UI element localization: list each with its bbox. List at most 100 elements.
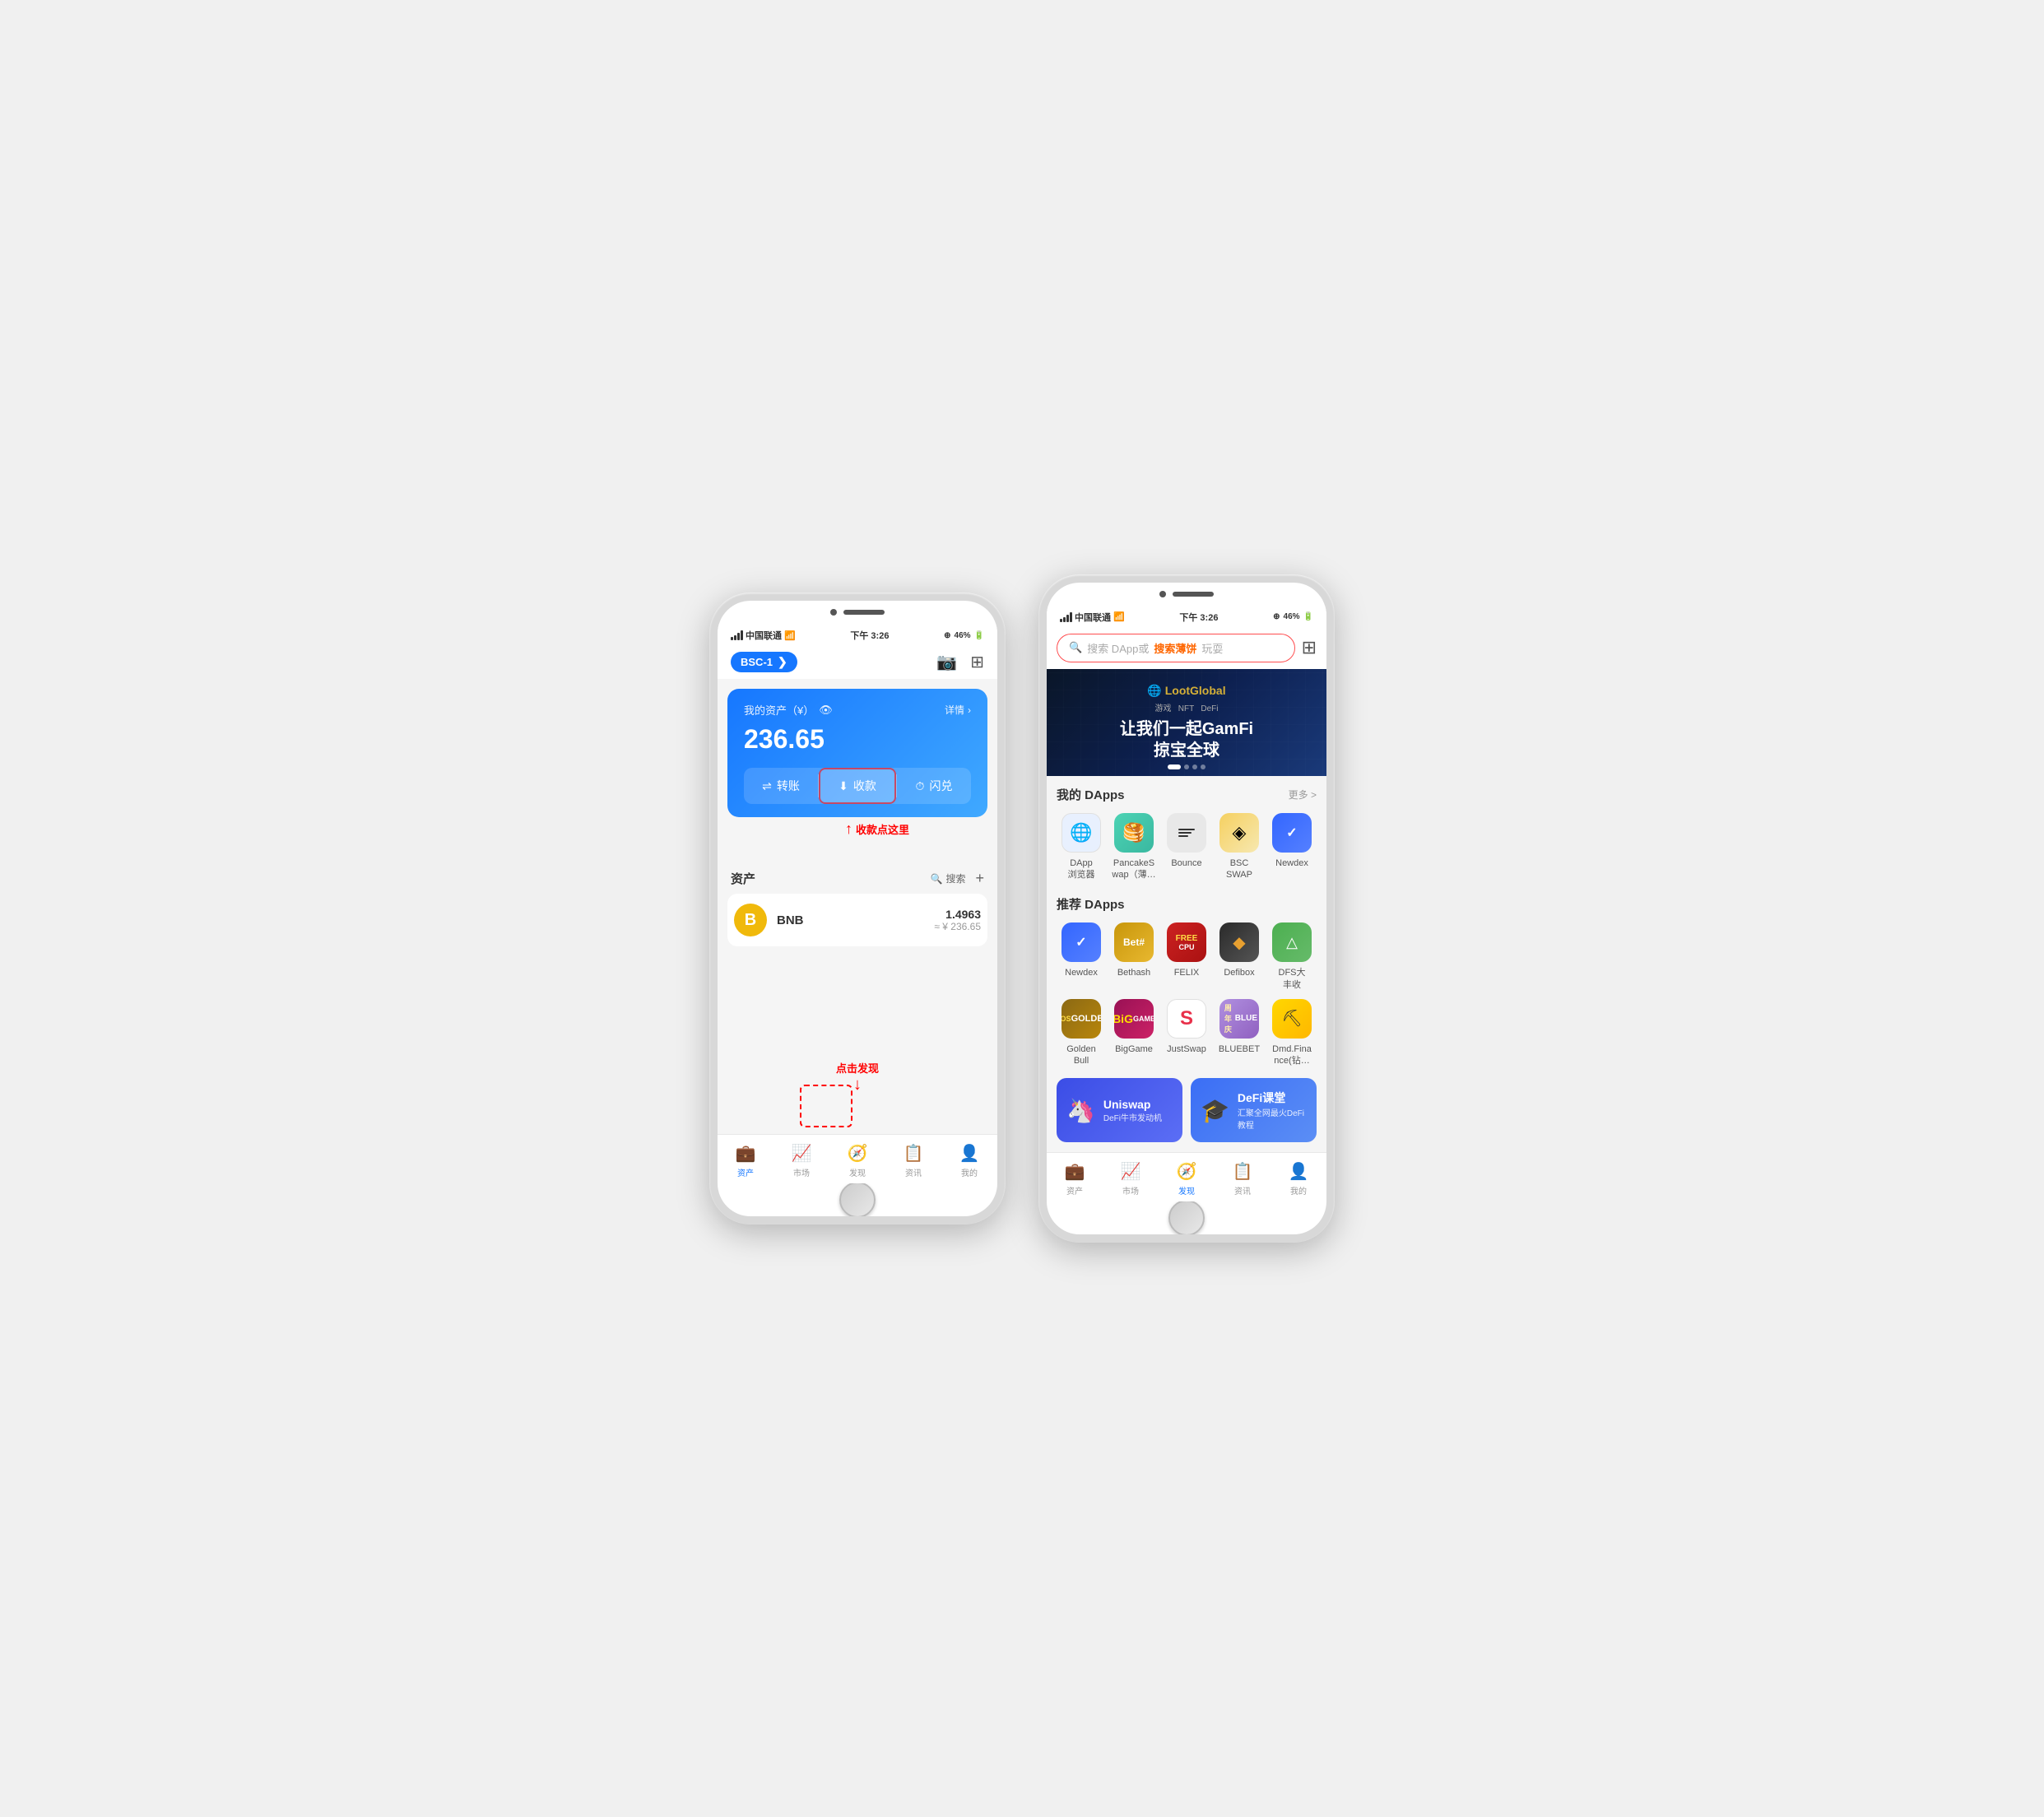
dapp-newdex2[interactable]: ✓ Newdex: [1057, 922, 1106, 991]
dapp-dmdfinance[interactable]: ⛏ Dmd.Finance(钻…: [1267, 999, 1317, 1067]
search-placeholder: 搜索 DApp或: [1087, 640, 1149, 656]
promo-banners-row: 🦄 Uniswap DeFi牛市发动机 🎓 DeFi课堂 汇聚全网最火DeFi教…: [1047, 1071, 1326, 1152]
bottom-navigation-right: 💼 资产 📈 市场 🧭 发现 📋 资讯 👤 我的: [1047, 1152, 1326, 1201]
coin-amount-bnb: 1.4963 ≈ ¥ 236.65: [934, 908, 981, 932]
coin-item-bnb[interactable]: B BNB 1.4963 ≈ ¥ 236.65: [727, 894, 987, 946]
dapp-goldenbull[interactable]: TRX&EOS GOLDEN BULL GoldenBull: [1057, 999, 1106, 1067]
section-right: 🔍 搜索 +: [931, 870, 984, 887]
add-asset-button[interactable]: +: [975, 870, 984, 887]
uniswap-title: Uniswap: [1103, 1098, 1162, 1111]
swap-button[interactable]: ⏱ 闪兑: [897, 768, 971, 804]
my-dapps-title: 我的 DApps: [1057, 786, 1125, 803]
network-badge[interactable]: BSC-1 ❯: [731, 652, 797, 672]
nav-market-right[interactable]: 📈 市场: [1103, 1159, 1159, 1198]
justswap-icon: S: [1167, 999, 1206, 1039]
dapp-biggame[interactable]: BiG GAME BigGame: [1109, 999, 1159, 1067]
dapp-justswap[interactable]: S JustSwap: [1162, 999, 1211, 1067]
nav-discover-right[interactable]: 🧭 发现: [1159, 1159, 1215, 1198]
camera-icon[interactable]: 📷: [936, 652, 957, 672]
dapp-defibox[interactable]: ◆ Defibox: [1215, 922, 1264, 991]
home-button-right[interactable]: [1168, 1200, 1205, 1234]
uniswap-subtitle: DeFi牛市发动机: [1103, 1111, 1162, 1123]
search-bar[interactable]: 🔍 搜索 DApp或 搜索薄饼 玩耍: [1057, 634, 1295, 662]
promo-banner[interactable]: 🌐 LootGlobal 游戏 NFT DeFi 让我们一起GamFi 掠宝全球: [1047, 669, 1326, 776]
status-left: 中国联通 📶: [731, 629, 796, 642]
right-phone: 中国联通 📶 下午 3:26 ⊕ 46% 🔋 🔍 搜索 DApp或 搜索薄饼 玩…: [1038, 574, 1335, 1243]
nav-item-news[interactable]: 📋 资讯: [885, 1141, 941, 1180]
dapp-pancakeswap[interactable]: 🥞 PancakeSwap（薄…: [1109, 813, 1159, 881]
dapp-bounce[interactable]: Bounce: [1162, 813, 1211, 881]
nav-news-right[interactable]: 📋 资讯: [1215, 1159, 1271, 1198]
battery-icon-right: 🔋: [1303, 612, 1313, 621]
bottom-navigation: 💼 资产 📈 市场 🧭 发现 📋 资讯 👤 我的: [718, 1134, 997, 1183]
wifi-icon-right: 📶: [1113, 611, 1125, 622]
bethash-name: Bethash: [1117, 967, 1150, 978]
top-navigation: BSC-1 ❯ 📷 ⊞: [718, 645, 997, 679]
nav-profile-right[interactable]: 👤 我的: [1271, 1159, 1326, 1198]
eye-icon[interactable]: 👁: [819, 704, 833, 717]
home-button[interactable]: [839, 1182, 876, 1216]
swap-icon: ⏱: [916, 779, 925, 793]
scan-qr-icon[interactable]: ⊞: [970, 652, 984, 672]
dapp-bluebet[interactable]: 周年庆 BLUE BLUEBET: [1215, 999, 1264, 1067]
recommended-row2: TRX&EOS GOLDEN BULL GoldenBull BiG GAME …: [1057, 999, 1317, 1067]
market-nav-icon: 📈: [792, 1143, 812, 1164]
defi-course-title: DeFi课堂: [1238, 1090, 1307, 1106]
dapp-dfs[interactable]: △ DFS大丰收: [1267, 922, 1317, 991]
uniswap-promo-banner[interactable]: 🦄 Uniswap DeFi牛市发动机: [1057, 1078, 1182, 1142]
nav-assets-right[interactable]: 💼 资产: [1047, 1159, 1103, 1198]
biggame-name: BigGame: [1115, 1043, 1153, 1055]
dapp-bethash[interactable]: Bet# Bethash: [1109, 922, 1159, 991]
status-right: ⊕ 46% 🔋: [944, 631, 984, 640]
asset-amount: 236.65: [744, 724, 971, 755]
time-display-right: 下午 3:26: [1179, 611, 1218, 624]
discover-nav-label-r: 发现: [1178, 1184, 1195, 1197]
news-nav-label: 资讯: [905, 1166, 922, 1178]
newdex-icon: ✓: [1272, 813, 1312, 853]
dapp-bscswap[interactable]: ◈ BSCSWAP: [1215, 813, 1264, 881]
defi-course-promo-banner[interactable]: 🎓 DeFi课堂 汇聚全网最火DeFi教程: [1191, 1078, 1317, 1142]
location-icon-right: ⊕: [1273, 612, 1280, 621]
recommended-dapps-header: 推荐 DApps: [1057, 895, 1317, 913]
banner-main-text: 让我们一起GamFi 掠宝全球: [1120, 718, 1253, 761]
nav-item-market[interactable]: 📈 市场: [773, 1141, 829, 1180]
browser-icon: 🌐: [1061, 813, 1101, 853]
time-display: 下午 3:26: [850, 629, 889, 642]
assets-nav-icon-r: 💼: [1065, 1161, 1085, 1182]
recommended-dapps-title: 推荐 DApps: [1057, 895, 1125, 913]
search-button[interactable]: 🔍 搜索: [931, 871, 966, 885]
profile-nav-label: 我的: [961, 1166, 978, 1178]
wifi-icon: 📶: [784, 630, 796, 641]
nav-item-discover[interactable]: 🧭 发现: [829, 1141, 885, 1180]
market-nav-label: 市场: [793, 1166, 810, 1178]
nav-item-profile[interactable]: 👤 我的: [941, 1141, 997, 1180]
news-nav-label-r: 资讯: [1234, 1184, 1251, 1197]
bluebet-name: BLUEBET: [1219, 1043, 1260, 1055]
assets-nav-label: 资产: [737, 1166, 754, 1178]
asset-detail-link[interactable]: 详情 ›: [945, 703, 971, 717]
dmdfinance-icon: ⛏: [1272, 999, 1312, 1039]
nav-item-assets[interactable]: 💼 资产: [718, 1141, 773, 1180]
signal-icon-right: [1060, 612, 1072, 622]
market-nav-icon-r: 📈: [1121, 1161, 1141, 1182]
receive-button[interactable]: ⬇ 收款: [819, 768, 896, 804]
transfer-button[interactable]: ⇌ 转账: [744, 768, 818, 804]
dapp-newdex[interactable]: ✓ Newdex: [1267, 813, 1317, 881]
bnb-icon: B: [734, 904, 767, 936]
dapp-browser[interactable]: 🌐 DApp浏览器: [1057, 813, 1106, 881]
network-label: BSC-1: [741, 656, 773, 668]
network-arrow-icon: ❯: [778, 655, 787, 669]
dapp-felix[interactable]: FREE CPU FELIX: [1162, 922, 1211, 991]
asset-actions: ⇌ 转账 ⬇ 收款 ⏱ 闪兑: [744, 768, 971, 804]
front-camera: [830, 609, 837, 616]
scan-icon[interactable]: ⊞: [1302, 637, 1317, 658]
left-phone: 中国联通 📶 下午 3:26 ⊕ 46% 🔋 BSC-1 ❯: [709, 592, 1006, 1224]
assets-nav-label-r: 资产: [1066, 1184, 1083, 1197]
news-nav-icon-r: 📋: [1233, 1161, 1253, 1182]
my-dapps-grid: 🌐 DApp浏览器 🥞 PancakeSwap（薄…: [1057, 813, 1317, 881]
my-dapps-more[interactable]: 更多 >: [1289, 788, 1317, 802]
defi-icon: 🎓: [1201, 1097, 1229, 1124]
battery-icon: 🔋: [974, 631, 984, 640]
speaker-right: [1173, 592, 1214, 597]
dfs-name: DFS大丰收: [1279, 967, 1306, 991]
